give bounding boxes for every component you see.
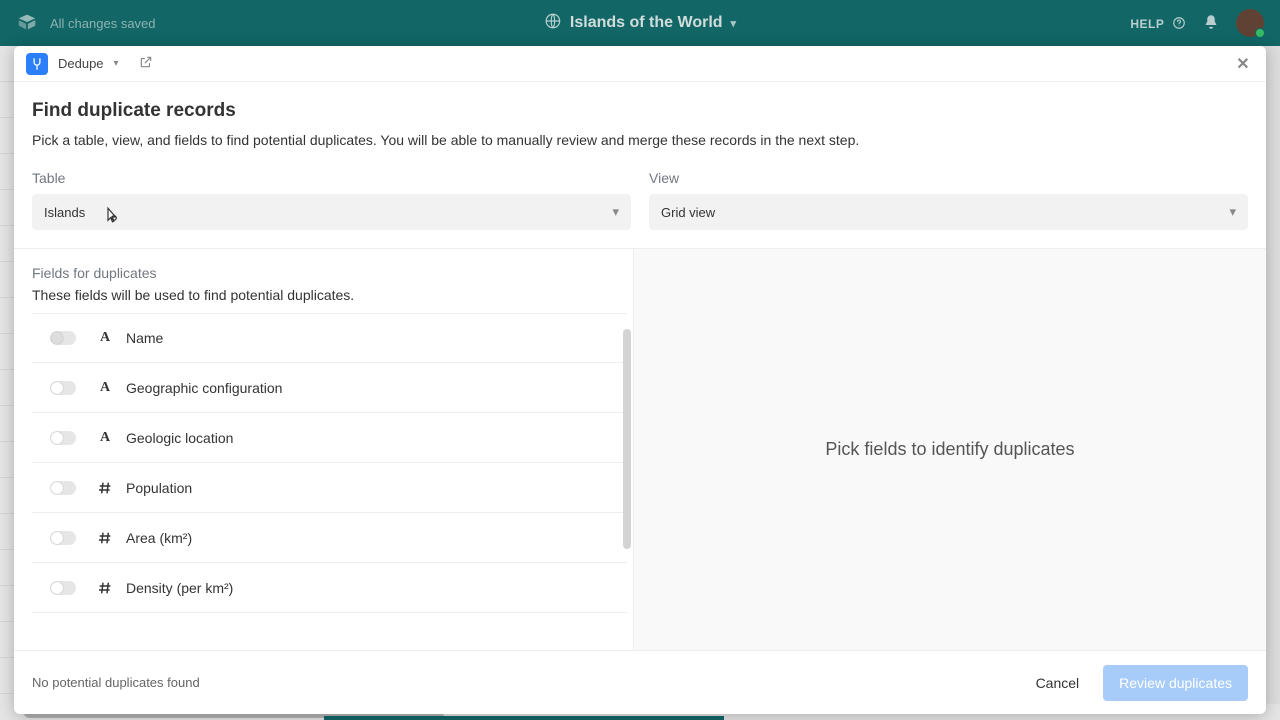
field-toggle[interactable] xyxy=(50,481,76,495)
dedupe-modal: Dedupe ▾ ✕ Find duplicate records Pick a… xyxy=(14,46,1266,714)
field-toggle[interactable] xyxy=(50,531,76,545)
mouse-cursor xyxy=(102,204,118,224)
table-select-value: Islands xyxy=(44,205,85,220)
fields-desc: These fields will be used to find potent… xyxy=(32,287,615,303)
close-icon: ✕ xyxy=(1236,54,1249,74)
field-name-label: Geographic configuration xyxy=(126,380,282,396)
field-row: Area (km²) xyxy=(32,513,627,563)
fields-label: Fields for duplicates xyxy=(32,265,615,281)
table-label: Table xyxy=(32,170,631,186)
field-row: Name xyxy=(32,313,627,363)
text-field-icon xyxy=(94,430,116,446)
field-row: Population xyxy=(32,463,627,513)
chevron-down-icon[interactable]: ▾ xyxy=(114,58,119,69)
field-name-label: Geologic location xyxy=(126,430,233,446)
view-label: View xyxy=(649,170,1248,186)
preview-pane: Pick fields to identify duplicates xyxy=(634,249,1266,650)
modal-header: Dedupe ▾ ✕ xyxy=(14,46,1266,82)
dedupe-block-icon xyxy=(26,53,48,75)
field-toggle[interactable] xyxy=(50,381,76,395)
field-row: Geographic configuration xyxy=(32,363,627,413)
field-toggle[interactable] xyxy=(50,331,76,345)
text-field-icon xyxy=(94,380,116,396)
number-field-icon xyxy=(94,480,116,496)
close-button[interactable]: ✕ xyxy=(1232,53,1254,75)
field-name-label: Population xyxy=(126,480,192,496)
number-field-icon xyxy=(94,530,116,546)
fields-pane: Fields for duplicates These fields will … xyxy=(14,249,634,650)
modal-footer: No potential duplicates found Cancel Rev… xyxy=(14,650,1266,714)
field-toggle[interactable] xyxy=(50,431,76,445)
field-toggle[interactable] xyxy=(50,581,76,595)
chevron-down-icon: ▾ xyxy=(612,204,619,220)
chevron-down-icon: ▾ xyxy=(1229,204,1236,220)
scrollbar-vertical[interactable] xyxy=(623,329,631,549)
page-title: Find duplicate records xyxy=(32,100,1248,122)
table-select[interactable]: Islands ▾ xyxy=(32,194,631,230)
cancel-button[interactable]: Cancel xyxy=(1026,667,1090,699)
footer-status: No potential duplicates found xyxy=(32,675,200,690)
field-name-label: Density (per km²) xyxy=(126,580,233,596)
page-subtitle: Pick a table, view, and fields to find p… xyxy=(32,132,1248,148)
field-name-label: Area (km²) xyxy=(126,530,192,546)
field-name-label: Name xyxy=(126,330,163,346)
field-row: Geologic location xyxy=(32,413,627,463)
open-external-icon[interactable] xyxy=(139,55,153,72)
view-select-value: Grid view xyxy=(661,205,715,220)
view-select[interactable]: Grid view ▾ xyxy=(649,194,1248,230)
fields-list[interactable]: Name Geographic configuration Geologic loc… xyxy=(14,313,633,619)
number-field-icon xyxy=(94,580,116,596)
block-name[interactable]: Dedupe xyxy=(58,56,104,71)
preview-empty-message: Pick fields to identify duplicates xyxy=(825,439,1074,460)
field-row: Density (per km²) xyxy=(32,563,627,613)
review-duplicates-button[interactable]: Review duplicates xyxy=(1103,665,1248,701)
text-field-icon xyxy=(94,330,116,346)
